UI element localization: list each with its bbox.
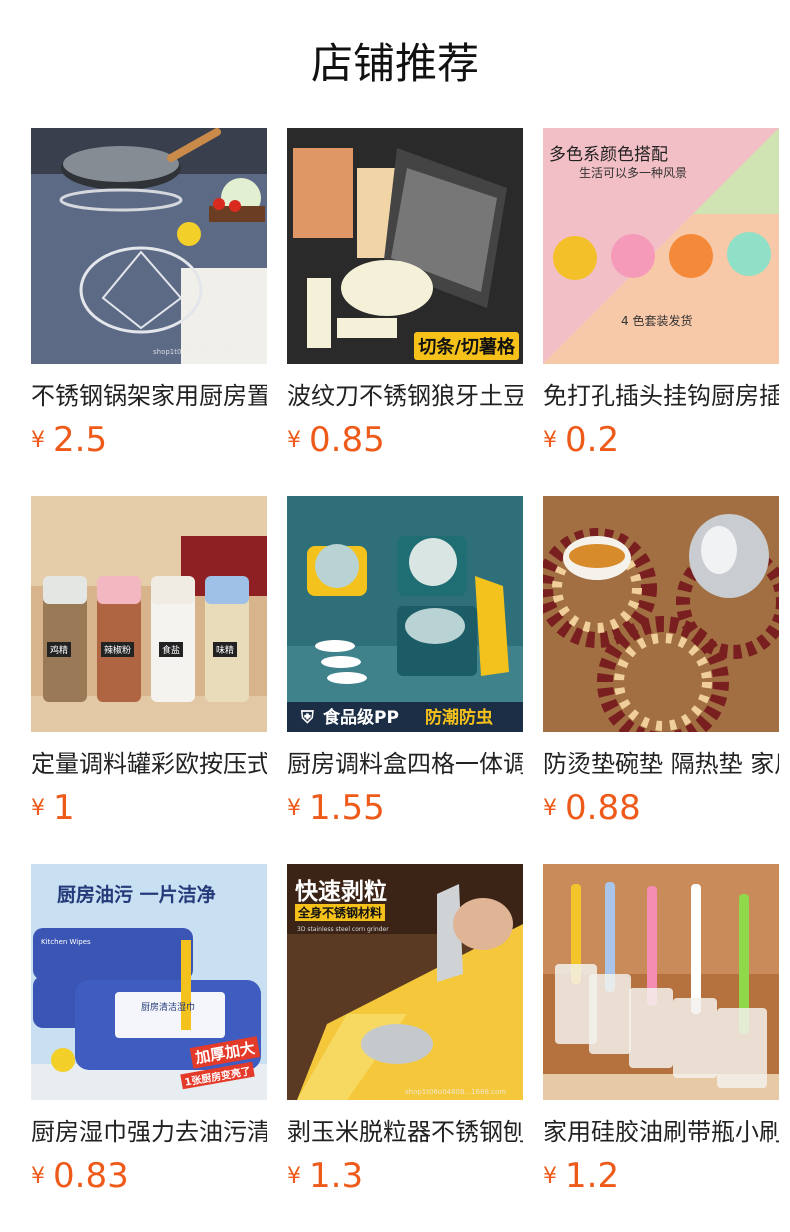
product-price: ¥2.5 [31,420,267,466]
product-card[interactable]: 切条/切薯格 波纹刀不锈钢狼牙土豆切条 ¥0.85 [287,128,523,466]
currency-symbol: ¥ [287,796,301,821]
image-headline: 快速剥粒 [295,879,387,905]
image-watermark: shop1t06o04808...1688.com [405,1088,507,1096]
currency-symbol: ¥ [543,1164,557,1189]
product-card[interactable]: 家用硅胶油刷带瓶小刷子 ¥1.2 [543,864,779,1202]
price-value: 1 [53,788,75,828]
product-name[interactable]: 厨房湿巾强力去油污清洁 [31,1118,267,1146]
image-caption-highlight: 防潮防虫 [425,708,493,728]
page-title: 店铺推荐 [310,39,479,88]
product-price: ¥1.2 [543,1156,779,1202]
currency-symbol: ¥ [31,1164,45,1189]
product-name[interactable]: 防烫垫碗垫 隔热垫 家用 [543,750,779,778]
price-value: 0.88 [565,788,641,828]
product-name[interactable]: 厨房调料盒四格一体调味罐 [287,750,523,778]
price-value: 0.85 [309,420,385,460]
image-subtitle: 生活可以多一种风景 [579,166,688,180]
image-caption: 切条/切薯格 [414,332,519,360]
product-image-trivet[interactable] [543,496,779,732]
product-card[interactable]: 防烫垫碗垫 隔热垫 家用 ¥0.88 [543,496,779,834]
product-image-kitchen-wipes[interactable]: 厨房油污 一片洁净 Kitchen Wipes 厨房清洁湿巾 加厚加大 1张厨房… [31,864,267,1100]
image-headline: 厨房油污 一片洁净 [57,884,216,906]
currency-symbol: ¥ [287,428,301,453]
product-image-seasoning-box[interactable]: ⛨ 食品级PP 防潮防虫 [287,496,523,732]
product-image-corn-peeler[interactable]: 快速剥粒 全身不锈钢材料 3D stainless steel corn gri… [287,864,523,1100]
shield-icon: ⛨ [301,708,314,728]
product-price: ¥0.85 [287,420,523,466]
product-card[interactable]: 厨房油污 一片洁净 Kitchen Wipes 厨房清洁湿巾 加厚加大 1张厨房… [31,864,267,1202]
product-price: ¥0.83 [31,1156,267,1202]
product-image-oil-brush[interactable] [543,864,779,1100]
product-name[interactable]: 定量调料罐彩欧按压式玻璃 [31,750,267,778]
currency-symbol: ¥ [287,1164,301,1189]
pack-label: Kitchen Wipes [41,938,91,946]
product-price: ¥0.2 [543,420,779,466]
price-value: 2.5 [53,420,108,460]
product-image-pan-rack[interactable] [31,128,267,364]
jar-label: 辣椒粉 [101,642,135,657]
image-headline: 多色系颜色搭配 [549,145,668,165]
currency-symbol: ¥ [543,428,557,453]
product-card[interactable]: ⛨ 食品级PP 防潮防虫 厨房调料盒四格一体调味罐 ¥1.55 [287,496,523,834]
product-name[interactable]: 免打孔插头挂钩厨房插座收纳 [543,382,779,410]
image-watermark: shop1t06o04808...1688.com [153,348,255,356]
product-card[interactable]: 鸡精 辣椒粉 食盐 味精 定量调料罐彩欧按压式玻璃 ¥1 [31,496,267,834]
currency-symbol: ¥ [543,796,557,821]
price-value: 1.2 [565,1156,620,1196]
currency-symbol: ¥ [31,796,45,821]
product-image-hooks[interactable]: 多色系颜色搭配 生活可以多一种风景 4 色套装发货 [543,128,779,364]
pack-label: 厨房清洁湿巾 [141,1003,196,1013]
jar-label: 味精 [213,642,238,657]
image-caption: 4 色套装发货 [621,314,693,328]
product-name[interactable]: 波纹刀不锈钢狼牙土豆切条 [287,382,523,410]
product-name[interactable]: 不锈钢锅架家用厨房置物架 [31,382,267,410]
product-card[interactable]: 不锈钢锅架家用厨房置物架 ¥2.5 [31,128,267,466]
product-image-seasoning-jars[interactable]: 鸡精 辣椒粉 食盐 味精 [31,496,267,732]
product-price: ¥0.88 [543,788,779,834]
image-subtitle: 全身不锈钢材料 [295,904,386,921]
jar-label: 鸡精 [47,642,72,657]
currency-symbol: ¥ [31,428,45,453]
product-name[interactable]: 家用硅胶油刷带瓶小刷子 [543,1118,779,1146]
product-card[interactable]: 快速剥粒 全身不锈钢材料 3D stainless steel corn gri… [287,864,523,1202]
product-price: ¥1.55 [287,788,523,834]
jar-label: 食盐 [159,642,184,657]
product-price: ¥1 [31,788,267,834]
product-image-wavy-knife[interactable]: 切条/切薯格 [287,128,523,364]
product-price: ¥1.3 [287,1156,523,1202]
price-value: 0.2 [565,420,620,460]
price-value: 0.83 [53,1156,129,1196]
product-name[interactable]: 剥玉米脱粒器不锈钢刨玉米 [287,1118,523,1146]
image-caption: 食品级PP [323,708,399,728]
price-value: 1.3 [309,1156,364,1196]
price-value: 1.55 [309,788,385,828]
product-card[interactable]: 多色系颜色搭配 生活可以多一种风景 4 色套装发货 免打孔插头挂钩厨房插座收纳 … [543,128,779,466]
image-small-caption: 3D stainless steel corn grinder [297,926,389,933]
